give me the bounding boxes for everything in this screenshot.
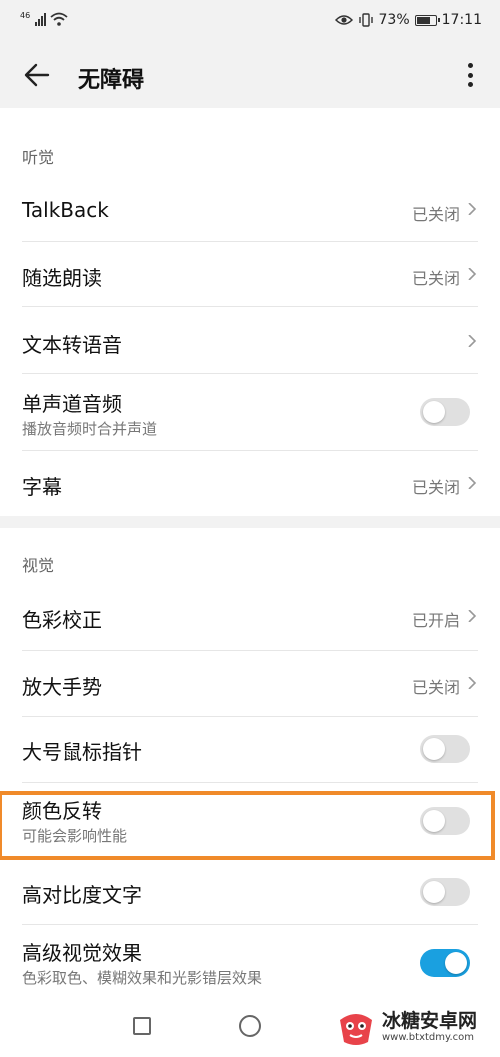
network-type: 46 bbox=[20, 11, 31, 20]
row-value: 已开启 bbox=[411, 611, 460, 630]
status-right: 73% 17:11 bbox=[334, 12, 482, 28]
mono-audio-row: 单声道音频 播放音频时合并声道 bbox=[0, 374, 500, 450]
section-title-hearing: 听觉 bbox=[22, 148, 55, 167]
row-value: 已关闭 bbox=[411, 478, 460, 497]
section-title-vision: 视觉 bbox=[22, 556, 55, 575]
watermark: 冰糖安卓网 www.btxtdmy.com bbox=[334, 1000, 494, 1052]
row-label: 高级视觉效果 bbox=[22, 941, 142, 965]
hearing-section: 听觉 TalkBack 已关闭 随选朗读 已关闭 文本转语音 单声道音频 播放音… bbox=[0, 108, 500, 516]
magnification-row[interactable]: 放大手势 已关闭 bbox=[0, 651, 500, 716]
talkback-row[interactable]: TalkBack 已关闭 bbox=[0, 178, 500, 242]
large-pointer-row: 大号鼠标指针 bbox=[0, 717, 500, 781]
tts-row[interactable]: 文本转语音 bbox=[0, 307, 500, 373]
chevron-right-icon bbox=[468, 610, 477, 622]
advanced-visual-row: 高级视觉效果 色彩取色、模糊效果和光影错层效果 bbox=[0, 925, 500, 995]
highlight-box bbox=[0, 791, 495, 860]
chevron-right-icon bbox=[468, 677, 477, 689]
chevron-right-icon bbox=[468, 477, 477, 489]
mono-audio-toggle[interactable] bbox=[420, 398, 470, 426]
chevron-right-icon bbox=[468, 335, 477, 347]
captions-row[interactable]: 字幕 已关闭 bbox=[0, 451, 500, 516]
row-label: 大号鼠标指针 bbox=[22, 740, 142, 764]
row-label: 字幕 bbox=[22, 475, 62, 499]
row-label: 放大手势 bbox=[22, 675, 102, 699]
page-title: 无障碍 bbox=[78, 68, 145, 93]
row-label: 单声道音频 bbox=[22, 392, 122, 416]
row-label: TalkBack bbox=[22, 198, 109, 222]
high-contrast-toggle[interactable] bbox=[420, 878, 470, 906]
row-label: 色彩校正 bbox=[22, 608, 102, 632]
wifi-icon bbox=[50, 12, 68, 26]
row-subtitle: 播放音频时合并声道 bbox=[22, 420, 158, 438]
chevron-right-icon bbox=[468, 268, 477, 280]
vibrate-icon bbox=[358, 13, 373, 27]
advanced-visual-toggle[interactable] bbox=[420, 949, 470, 977]
row-value: 已关闭 bbox=[411, 205, 460, 224]
watermark-logo-icon bbox=[340, 1014, 372, 1045]
row-subtitle: 色彩取色、模糊效果和光影错层效果 bbox=[22, 969, 263, 987]
battery-icon bbox=[414, 14, 440, 26]
row-value: 已关闭 bbox=[411, 269, 460, 288]
color-correction-row[interactable]: 色彩校正 已开启 bbox=[0, 584, 500, 648]
row-value: 已关闭 bbox=[411, 678, 460, 697]
back-arrow-icon[interactable] bbox=[22, 60, 52, 90]
high-contrast-row: 高对比度文字 bbox=[0, 863, 500, 923]
row-label: 文本转语音 bbox=[22, 333, 122, 357]
chevron-right-icon bbox=[468, 203, 477, 215]
home-icon[interactable] bbox=[239, 1015, 261, 1037]
eye-comfort-icon bbox=[334, 15, 353, 25]
status-bar: 46 73% 17:11 bbox=[0, 0, 500, 42]
select-to-speak-row[interactable]: 随选朗读 已关闭 bbox=[0, 242, 500, 306]
watermark-text: 冰糖安卓网 bbox=[382, 1010, 478, 1032]
signal-icon bbox=[35, 12, 47, 26]
clock: 17:11 bbox=[441, 12, 482, 28]
row-label: 高对比度文字 bbox=[22, 883, 142, 907]
vision-section: 视觉 色彩校正 已开启 放大手势 已关闭 大号鼠标指针 颜色反转 可能会影响性能… bbox=[0, 528, 500, 995]
app-bar: 无障碍 bbox=[0, 42, 500, 108]
more-options-icon[interactable] bbox=[458, 60, 482, 90]
large-pointer-toggle[interactable] bbox=[420, 735, 470, 763]
watermark-url: www.btxtdmy.com bbox=[382, 1032, 475, 1043]
row-label: 随选朗读 bbox=[22, 266, 102, 290]
battery-percent: 73% bbox=[378, 12, 410, 28]
recent-apps-icon[interactable] bbox=[133, 1017, 151, 1035]
signal-area: 46 bbox=[20, 12, 68, 26]
